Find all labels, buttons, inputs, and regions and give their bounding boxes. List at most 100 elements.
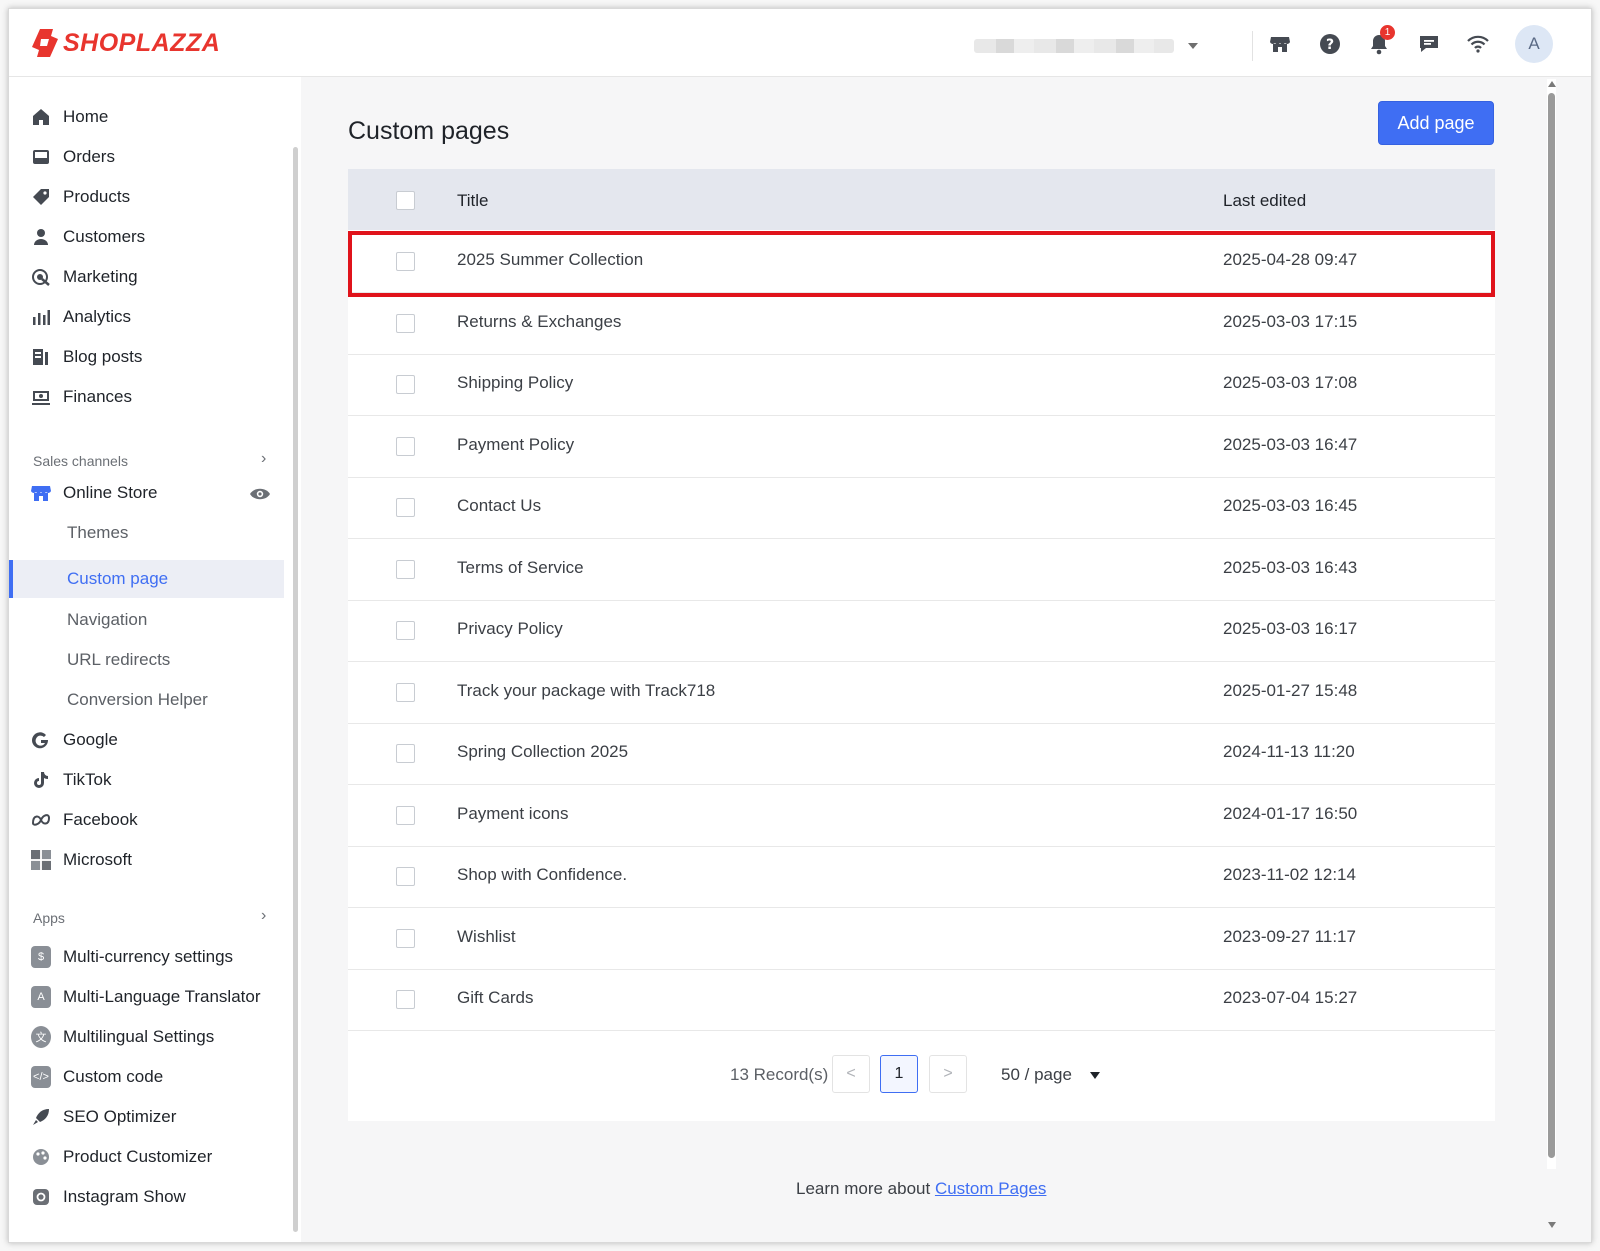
row-checkbox[interactable] <box>396 806 415 825</box>
section-sales-channels: Sales channels <box>33 453 128 469</box>
sidebar-item-label: Multilingual Settings <box>63 1027 215 1046</box>
sidebar-item-products[interactable]: Products <box>31 181 130 213</box>
table-row[interactable]: Payment icons 2024-01-17 16:50 <box>348 785 1495 847</box>
custom-pages-link[interactable]: Custom Pages <box>935 1179 1047 1198</box>
per-page-select[interactable]: 50 / page <box>1001 1065 1072 1085</box>
sidebar-item-url-redirects[interactable]: URL redirects <box>67 644 170 676</box>
sidebar-app-multi-language[interactable]: A Multi-Language Translator <box>31 981 261 1013</box>
sidebar-item-conversion-helper[interactable]: Conversion Helper <box>67 684 208 716</box>
app-icon: 文 <box>31 1026 51 1048</box>
sidebar-item-finances[interactable]: Finances <box>31 381 132 413</box>
sidebar-app-product-customizer[interactable]: Product Customizer <box>31 1141 212 1173</box>
prev-page-button[interactable]: < <box>832 1055 870 1093</box>
row-checkbox[interactable] <box>396 683 415 702</box>
row-checkbox[interactable] <box>396 867 415 886</box>
sidebar-item-analytics[interactable]: Analytics <box>31 301 131 333</box>
help-icon[interactable]: ? <box>1317 31 1343 57</box>
bell-icon[interactable]: 1 <box>1366 25 1395 57</box>
row-title[interactable]: Privacy Policy <box>457 619 563 639</box>
sidebar-item-label: Instagram Show <box>63 1187 186 1206</box>
table-row[interactable]: Shipping Policy 2025-03-03 17:08 <box>348 354 1495 416</box>
sidebar-item-home[interactable]: Home <box>31 101 108 133</box>
row-date: 2024-11-13 11:20 <box>1223 742 1355 761</box>
page-1-button[interactable]: 1 <box>880 1055 918 1093</box>
sidebar-item-label: Products <box>63 187 131 206</box>
sidebar-item-navigation[interactable]: Navigation <box>67 604 147 636</box>
sidebar-app-seo-optimizer[interactable]: SEO Optimizer <box>31 1101 176 1133</box>
sidebar-item-custom-page[interactable]: Custom page <box>67 563 168 595</box>
sidebar-item-customers[interactable]: Customers <box>31 221 145 253</box>
table-row[interactable]: Contact Us 2025-03-03 16:45 <box>348 477 1495 539</box>
scroll-up-icon[interactable] <box>1548 81 1556 87</box>
scroll-down-icon[interactable] <box>1548 1222 1556 1228</box>
select-all-checkbox[interactable] <box>396 191 415 210</box>
instagram-icon <box>31 1187 51 1207</box>
sidebar-app-instagram-show[interactable]: Instagram Show <box>31 1181 186 1213</box>
sidebar-scrollbar[interactable] <box>293 147 298 1232</box>
sidebar-item-themes[interactable]: Themes <box>67 517 128 549</box>
sidebar-item-marketing[interactable]: Marketing <box>31 261 138 293</box>
row-title[interactable]: Payment Policy <box>457 435 574 455</box>
wifi-icon[interactable] <box>1465 31 1491 57</box>
row-title[interactable]: Payment icons <box>457 804 569 824</box>
row-title[interactable]: Returns & Exchanges <box>457 312 621 332</box>
table-row[interactable]: Track your package with Track718 2025-01-… <box>348 662 1495 724</box>
table-row[interactable]: Shop with Confidence. 2023-11-02 12:14 <box>348 846 1495 908</box>
row-title[interactable]: Shop with Confidence. <box>457 865 627 885</box>
page-title: Custom pages <box>348 117 510 145</box>
add-page-button[interactable]: Add page <box>1378 101 1494 145</box>
rocket-icon <box>31 1107 51 1127</box>
row-checkbox[interactable] <box>396 929 415 948</box>
sidebar-item-online-store[interactable]: Online Store <box>31 477 281 509</box>
sidebar-app-custom-code[interactable]: </> Custom code <box>31 1061 163 1093</box>
logo[interactable]: SHOPLAZZA <box>31 27 220 59</box>
next-page-button[interactable]: > <box>929 1055 967 1093</box>
sidebar: Home Orders Products Customers Marketing… <box>9 77 301 1242</box>
chat-icon[interactable] <box>1416 31 1442 57</box>
row-checkbox[interactable] <box>396 375 415 394</box>
sidebar-item-facebook[interactable]: Facebook <box>31 804 138 836</box>
sidebar-item-orders[interactable]: Orders <box>31 141 115 173</box>
table-row[interactable]: Spring Collection 2025 2024-11-13 11:20 <box>348 723 1495 785</box>
row-checkbox[interactable] <box>396 621 415 640</box>
main-scrollbar[interactable] <box>1547 79 1556 1169</box>
store-icon[interactable] <box>1267 31 1293 57</box>
row-checkbox[interactable] <box>396 744 415 763</box>
row-checkbox[interactable] <box>396 314 415 333</box>
sidebar-item-tiktok[interactable]: TikTok <box>31 764 112 796</box>
row-title[interactable]: Contact Us <box>457 496 541 516</box>
top-bar: SHOPLAZZA ? 1 A <box>9 9 1591 77</box>
row-title[interactable]: Wishlist <box>457 927 516 947</box>
eye-icon[interactable] <box>249 487 271 506</box>
row-title[interactable]: Terms of Service <box>457 558 584 578</box>
sidebar-item-google[interactable]: Google <box>31 724 118 756</box>
home-icon <box>31 107 51 127</box>
table-row[interactable]: Returns & Exchanges 2025-03-03 17:15 <box>348 293 1495 355</box>
sidebar-app-multilingual[interactable]: 文 Multilingual Settings <box>31 1021 214 1053</box>
row-date: 2025-03-03 16:47 <box>1223 435 1358 454</box>
pagination: 13 Record(s) < 1 > 50 / page <box>348 1055 1495 1097</box>
row-checkbox[interactable] <box>396 498 415 517</box>
table-row[interactable]: Terms of Service 2025-03-03 16:43 <box>348 539 1495 601</box>
row-checkbox[interactable] <box>396 560 415 579</box>
table-row[interactable]: Wishlist 2023-09-27 11:17 <box>348 908 1495 970</box>
chevron-right-icon[interactable]: › <box>261 450 266 468</box>
store-selector[interactable] <box>974 37 1199 55</box>
row-title[interactable]: Gift Cards <box>457 988 534 1008</box>
table-row[interactable]: Gift Cards 2023-07-04 15:27 <box>348 969 1495 1031</box>
sidebar-app-multi-currency[interactable]: $ Multi-currency settings <box>31 941 233 973</box>
sidebar-item-blog-posts[interactable]: Blog posts <box>31 341 142 373</box>
row-title[interactable]: Shipping Policy <box>457 373 573 393</box>
row-title[interactable]: Track your package with Track718 <box>457 681 715 701</box>
scroll-thumb[interactable] <box>1548 93 1555 1158</box>
row-checkbox[interactable] <box>396 437 415 456</box>
caret-down-icon[interactable] <box>1090 1072 1100 1079</box>
table-row[interactable]: Privacy Policy 2025-03-03 16:17 <box>348 600 1495 662</box>
chevron-right-icon[interactable]: › <box>261 907 266 925</box>
store-name-redacted <box>974 39 1174 53</box>
row-title[interactable]: Spring Collection 2025 <box>457 742 628 762</box>
row-checkbox[interactable] <box>396 990 415 1009</box>
avatar[interactable]: A <box>1515 25 1553 63</box>
sidebar-item-microsoft[interactable]: Microsoft <box>31 844 132 876</box>
table-row[interactable]: Payment Policy 2025-03-03 16:47 <box>348 416 1495 478</box>
